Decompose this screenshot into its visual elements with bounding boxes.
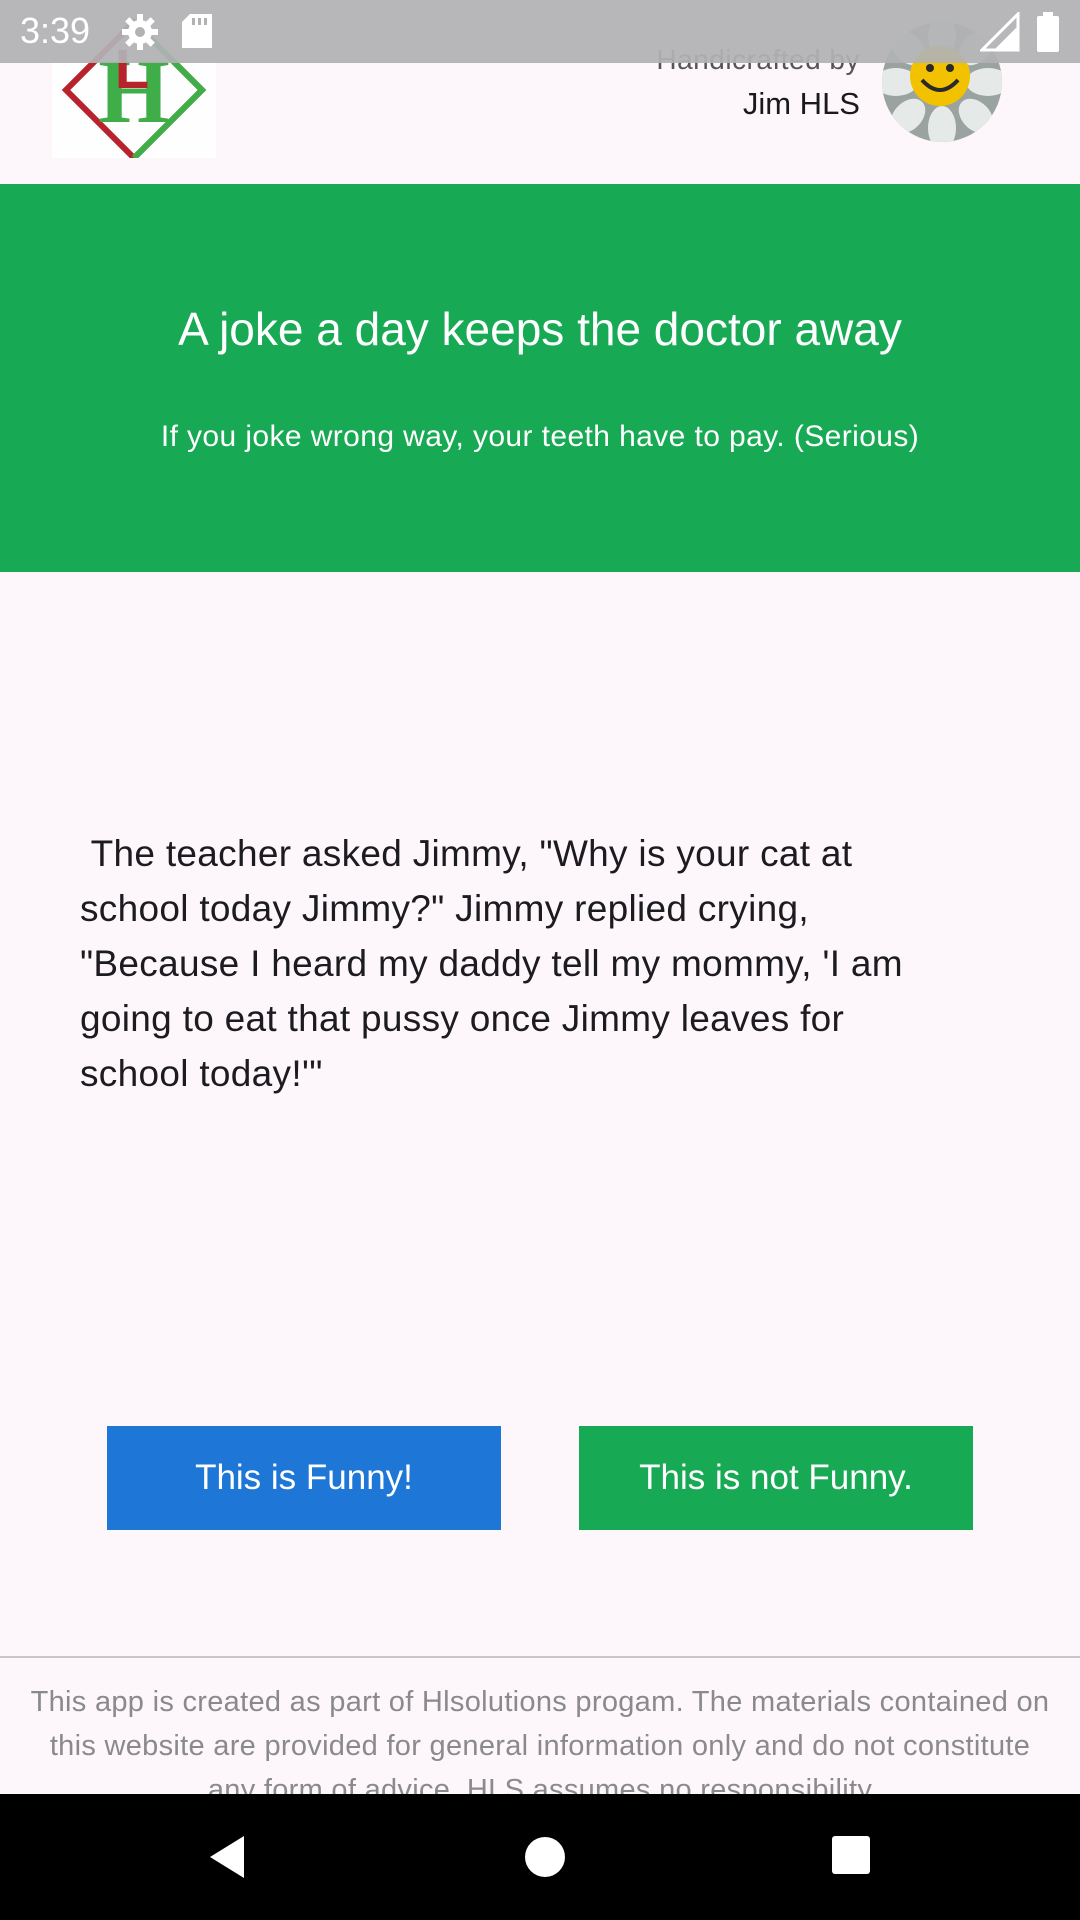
- not-funny-button[interactable]: This is not Funny.: [579, 1426, 973, 1530]
- author-name: Jim HLS: [742, 86, 860, 121]
- back-icon[interactable]: [202, 1832, 252, 1882]
- joke-text: The teacher asked Jimmy, "Why is your ca…: [80, 833, 914, 1094]
- banner-title: A joke a day keeps the doctor away: [178, 303, 902, 355]
- navigation-bar: [0, 1794, 1080, 1920]
- status-bar: 3:39: [0, 0, 1080, 63]
- recents-icon[interactable]: [830, 1834, 872, 1876]
- funny-button[interactable]: This is Funny!: [107, 1426, 501, 1530]
- signal-icon: [978, 10, 1020, 52]
- banner: A joke a day keeps the doctor away If yo…: [0, 184, 1080, 572]
- sd-card-icon: [182, 14, 212, 48]
- footer-disclaimer: This app is created as part of Hlsolutio…: [30, 1686, 1050, 1794]
- footer-divider: [0, 1656, 1080, 1658]
- banner-subtitle: If you joke wrong way, your teeth have t…: [160, 420, 920, 453]
- gear-icon: [120, 12, 160, 52]
- status-time: 3:39: [20, 10, 91, 51]
- battery-icon: [1036, 12, 1060, 52]
- home-icon[interactable]: [520, 1832, 570, 1882]
- app-screen: H L Handicrafted by Jim HLS: [0, 0, 1080, 1920]
